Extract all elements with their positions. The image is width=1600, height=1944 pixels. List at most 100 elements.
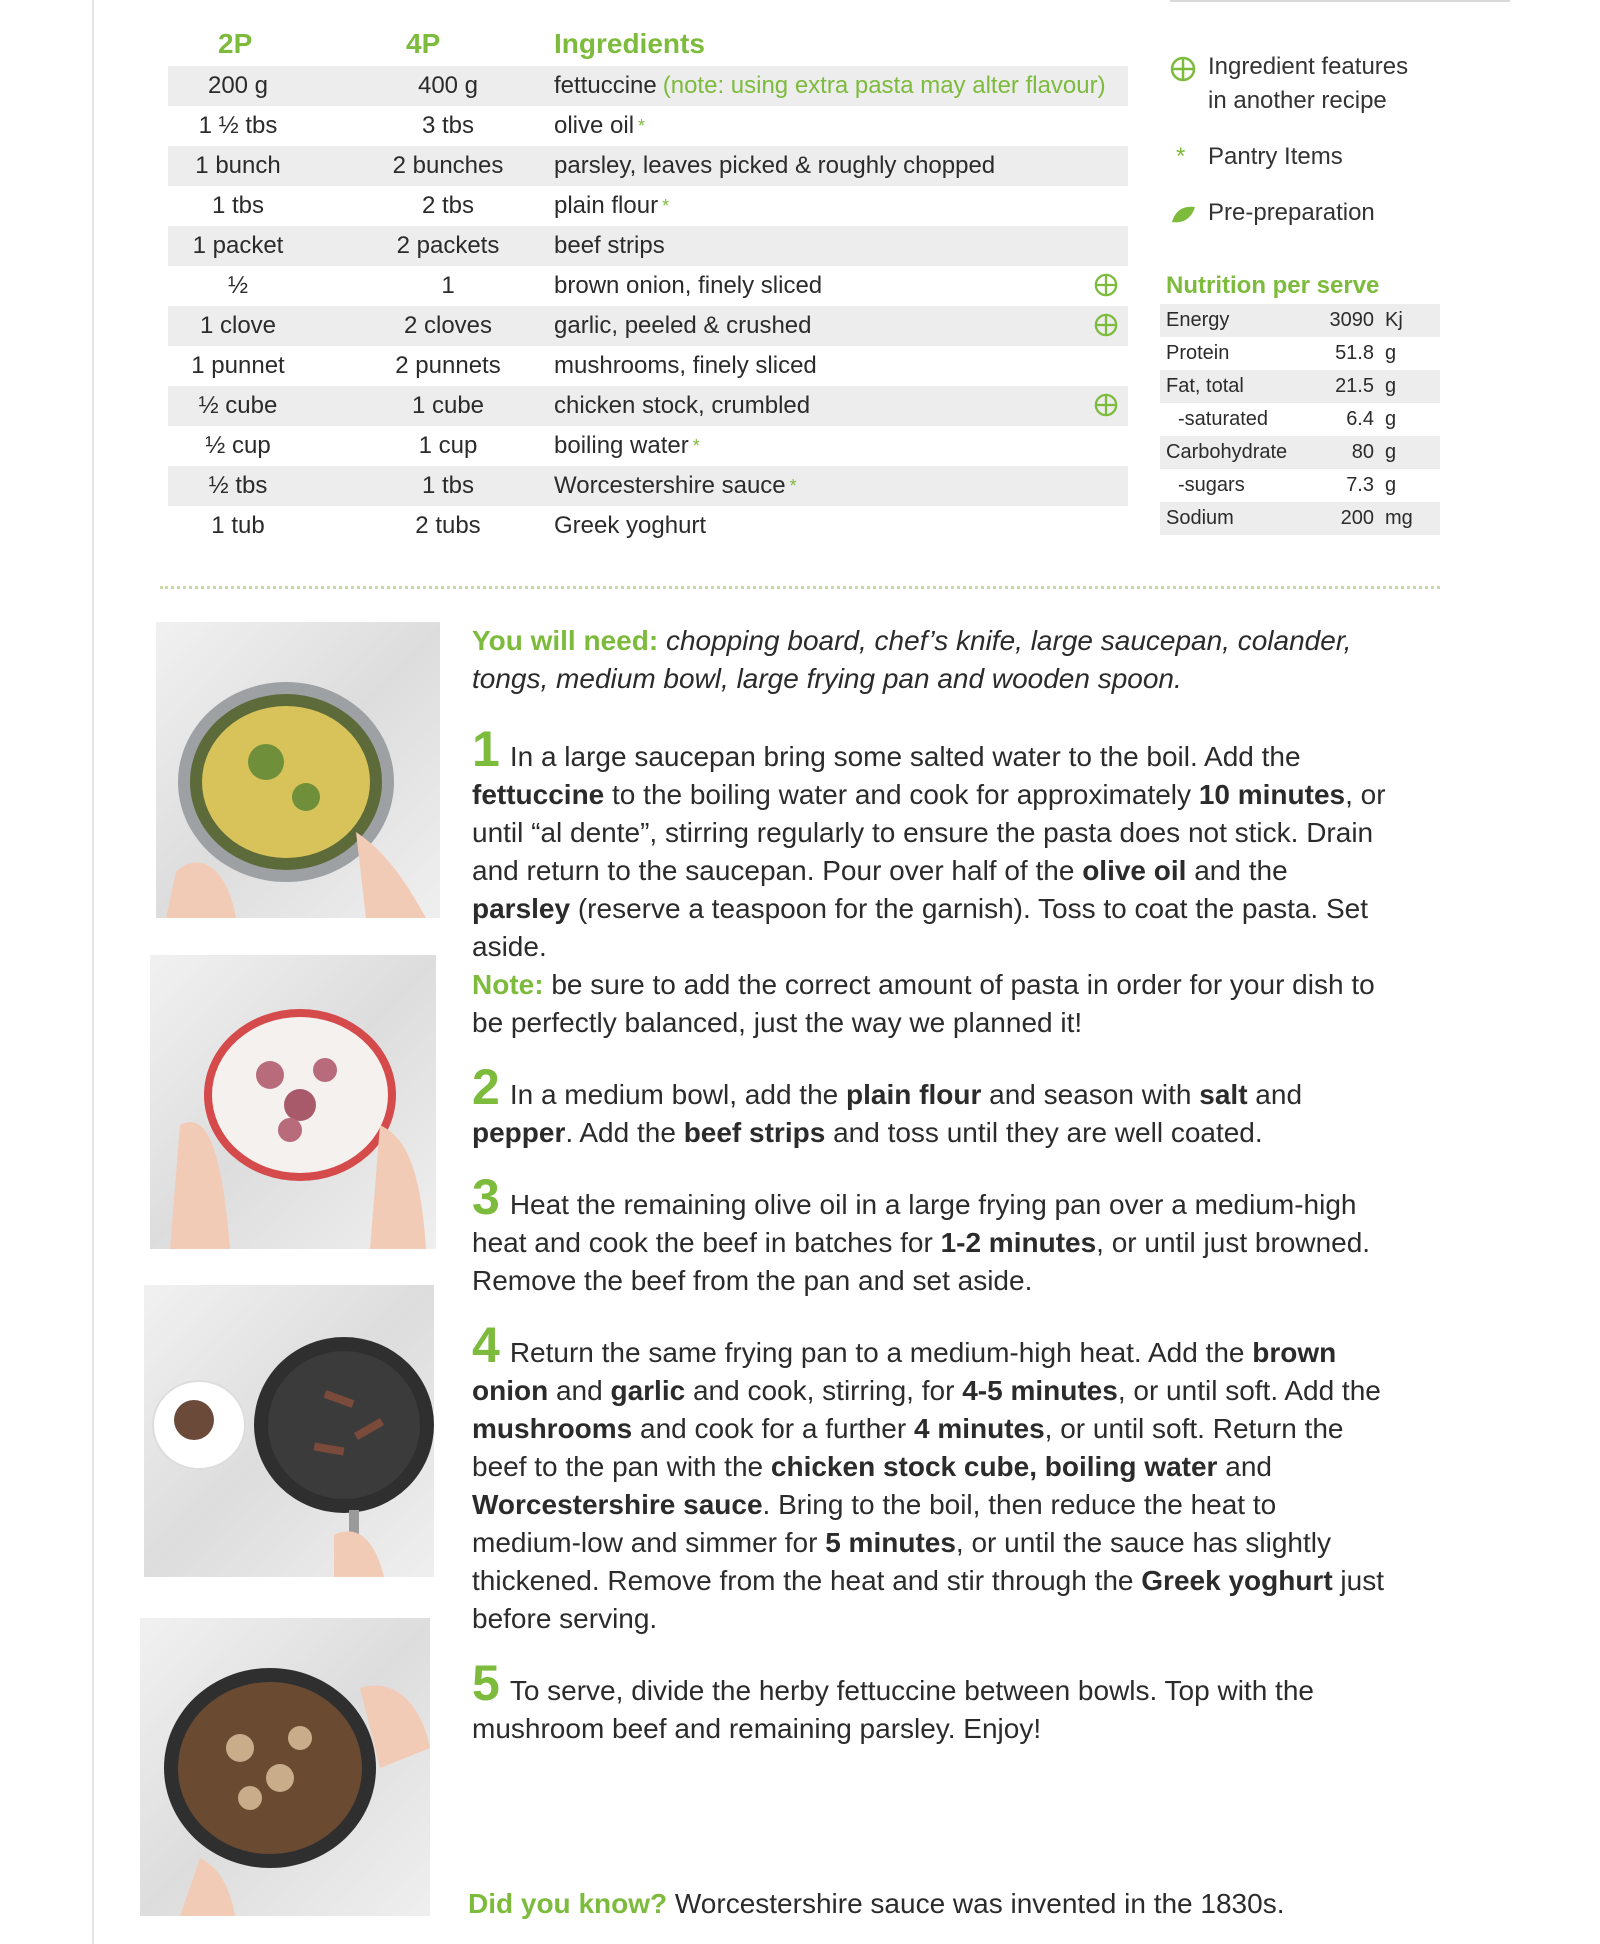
step-2-photo (150, 955, 436, 1249)
legend-feature-line1: Ingredient features (1208, 53, 1409, 80)
ingredient-row: 1 tbs 2 tbs plain flour * (168, 186, 1128, 226)
ingredient-name-cell: Worcestershire sauce * (554, 466, 797, 506)
ingredient-name-cell: garlic, peeled & crushed (554, 306, 811, 346)
feature-cross-circle-icon (1094, 393, 1118, 417)
step-bold: beef strips (683, 1117, 826, 1148)
step-text: In a medium bowl, add the (509, 1079, 847, 1110)
ingredient-row: 200 g 400 g fettuccine (note: using extra p… (168, 66, 1128, 106)
divider (160, 586, 1440, 589)
feature-cross-circle-icon (1094, 313, 1118, 337)
step-bold: fettuccine (472, 779, 605, 810)
nutrition-label: Sodium (1166, 507, 1234, 529)
qty-4p: 2 tbs (421, 192, 475, 219)
step-text: and cook for a further (632, 1413, 914, 1444)
qty-2p: 1 ½ tbs (198, 112, 278, 139)
step-number: 4 (472, 1317, 500, 1373)
step-text: to the boiling water and cook for approx… (604, 779, 1199, 810)
qty-2p: ½ cup (205, 432, 271, 459)
step-bold: 4-5 minutes (962, 1375, 1118, 1406)
mushroom-beef-pan-illustration (164, 1668, 430, 1916)
pasta-note: Note: be sure to add the correct amount … (472, 966, 1392, 1042)
qty-4p: 1 cube (411, 392, 485, 419)
qty-2p: 1 packet (192, 232, 284, 259)
nutrition-label: -saturated (1178, 408, 1269, 430)
step-text: and cook, stirring, for (685, 1375, 963, 1406)
ingredient-name: plain flour (554, 192, 659, 219)
ingredient-row: ½ cube 1 cube chicken stock, crumbled (168, 386, 1128, 426)
page-edge (92, 0, 94, 1944)
ingredient-name: Greek yoghurt (554, 512, 707, 539)
qty-4p: 1 tbs (421, 472, 475, 499)
nutrition-row: Energy 3090 Kj (1160, 304, 1440, 337)
note-label: Note: (472, 969, 544, 1000)
step-bold: olive oil (1082, 855, 1187, 886)
step-bold: boiling water (1044, 1451, 1218, 1482)
method: You will need: chopping board, chef’s kn… (472, 622, 1392, 1778)
ingredient-name: olive oil (554, 112, 635, 139)
legend-pantry: * Pantry Items (1170, 140, 1470, 174)
ingredient-row: 1 ½ tbs 3 tbs olive oil * (168, 106, 1128, 146)
ingredient-name-cell: brown onion, finely sliced (554, 266, 822, 306)
nutrition-value: 21.5 (1335, 375, 1374, 397)
step-bold: 10 minutes (1198, 779, 1346, 810)
qty-4p: 2 bunches (392, 152, 504, 179)
nutrition-value: 80 (1351, 441, 1374, 463)
qty-4p: 2 cloves (403, 312, 493, 339)
ingredient-note: (note: using extra pasta may alter flavo… (662, 72, 1106, 99)
ingredient-name: beef strips (554, 232, 665, 259)
nutrition-unit: g (1385, 408, 1397, 430)
step-bold: parsley (472, 893, 571, 924)
nutrition-value: 200 (1340, 507, 1374, 529)
step-5: 5 To serve, divide the herby fettuccine b… (472, 1658, 1392, 1748)
legend-prep-label: Pre-preparation (1208, 199, 1375, 226)
equipment-needed: You will need: chopping board, chef’s kn… (472, 622, 1392, 698)
nutrition-unit: g (1385, 441, 1397, 463)
feature-cross-circle-icon (1170, 56, 1196, 82)
did-you-know-label: Did you know? (468, 1888, 668, 1919)
step-bold: 4 minutes (913, 1413, 1045, 1444)
step-text: and the (1186, 855, 1288, 886)
ingredient-name: parsley, leaves picked & roughly chopped (554, 152, 996, 179)
ingredient-name-cell: olive oil * (554, 106, 645, 146)
step-bold: mushrooms (472, 1413, 633, 1444)
qty-2p: ½ cube (198, 392, 278, 419)
ingredient-row: ½ 1 brown onion, finely sliced (168, 266, 1128, 306)
nutrition-unit: mg (1385, 507, 1413, 529)
ingredient-name: fettuccine (554, 72, 657, 99)
ingredient-row: 1 bunch 2 bunches parsley, leaves picked &… (168, 146, 1128, 186)
flour-bowl-illustration (170, 1009, 426, 1249)
step-bold: Greek yoghurt (1141, 1565, 1333, 1596)
nutrition-unit: Kj (1385, 309, 1403, 331)
ingredient-name: garlic, peeled & crushed (554, 312, 812, 339)
nutrition-unit: g (1385, 474, 1397, 496)
leaf-icon (1172, 206, 1195, 223)
qty-4p: 2 packets (396, 232, 500, 259)
step-3-photo (144, 1285, 434, 1577)
step-number: 2 (472, 1059, 500, 1115)
legend-pantry-label: Pantry Items (1208, 143, 1343, 170)
step-text: To serve, divide the herby fettuccine be… (472, 1675, 1314, 1744)
qty-2p: 1 clove (199, 312, 277, 339)
nutrition-value: 7.3 (1346, 474, 1374, 496)
nutrition-value: 51.8 (1335, 342, 1374, 364)
qty-4p: 2 tubs (415, 512, 481, 539)
ingredient-row: 1 punnet 2 punnets mushrooms, finely slice… (168, 346, 1128, 386)
step-text: and (548, 1375, 611, 1406)
step-3: 3 Heat the remaining olive oil in a large… (472, 1172, 1392, 1300)
nutrition-row: Fat, total 21.5 g (1160, 370, 1440, 403)
step-number: 5 (472, 1655, 500, 1711)
qty-2p: 200 g (207, 72, 269, 99)
ingredient-name-cell: Greek yoghurt (554, 506, 706, 546)
qty-2p: 1 punnet (191, 352, 285, 379)
nutrition-label: Carbohydrate (1166, 441, 1288, 463)
ingredient-name: brown onion, finely sliced (554, 272, 823, 299)
ingredient-name: Worcestershire sauce (554, 472, 786, 499)
ingredient-rows: 200 g 400 g fettuccine (note: using extra p… (168, 66, 1128, 546)
header-4p: 4P (406, 28, 441, 59)
did-you-know: Did you know? Worcestershire sauce was i… (468, 1888, 1284, 1920)
legend-prep: Pre-preparation (1170, 196, 1470, 230)
ingredient-row: 1 clove 2 cloves garlic, peeled & crushed (168, 306, 1128, 346)
pasta-saucepan-illustration (166, 682, 426, 918)
ingredients-table: 2P 4P Ingredients 200 g 400 g fettuccine (n… (168, 22, 1128, 546)
nutrition-label: -sugars (1178, 474, 1245, 496)
